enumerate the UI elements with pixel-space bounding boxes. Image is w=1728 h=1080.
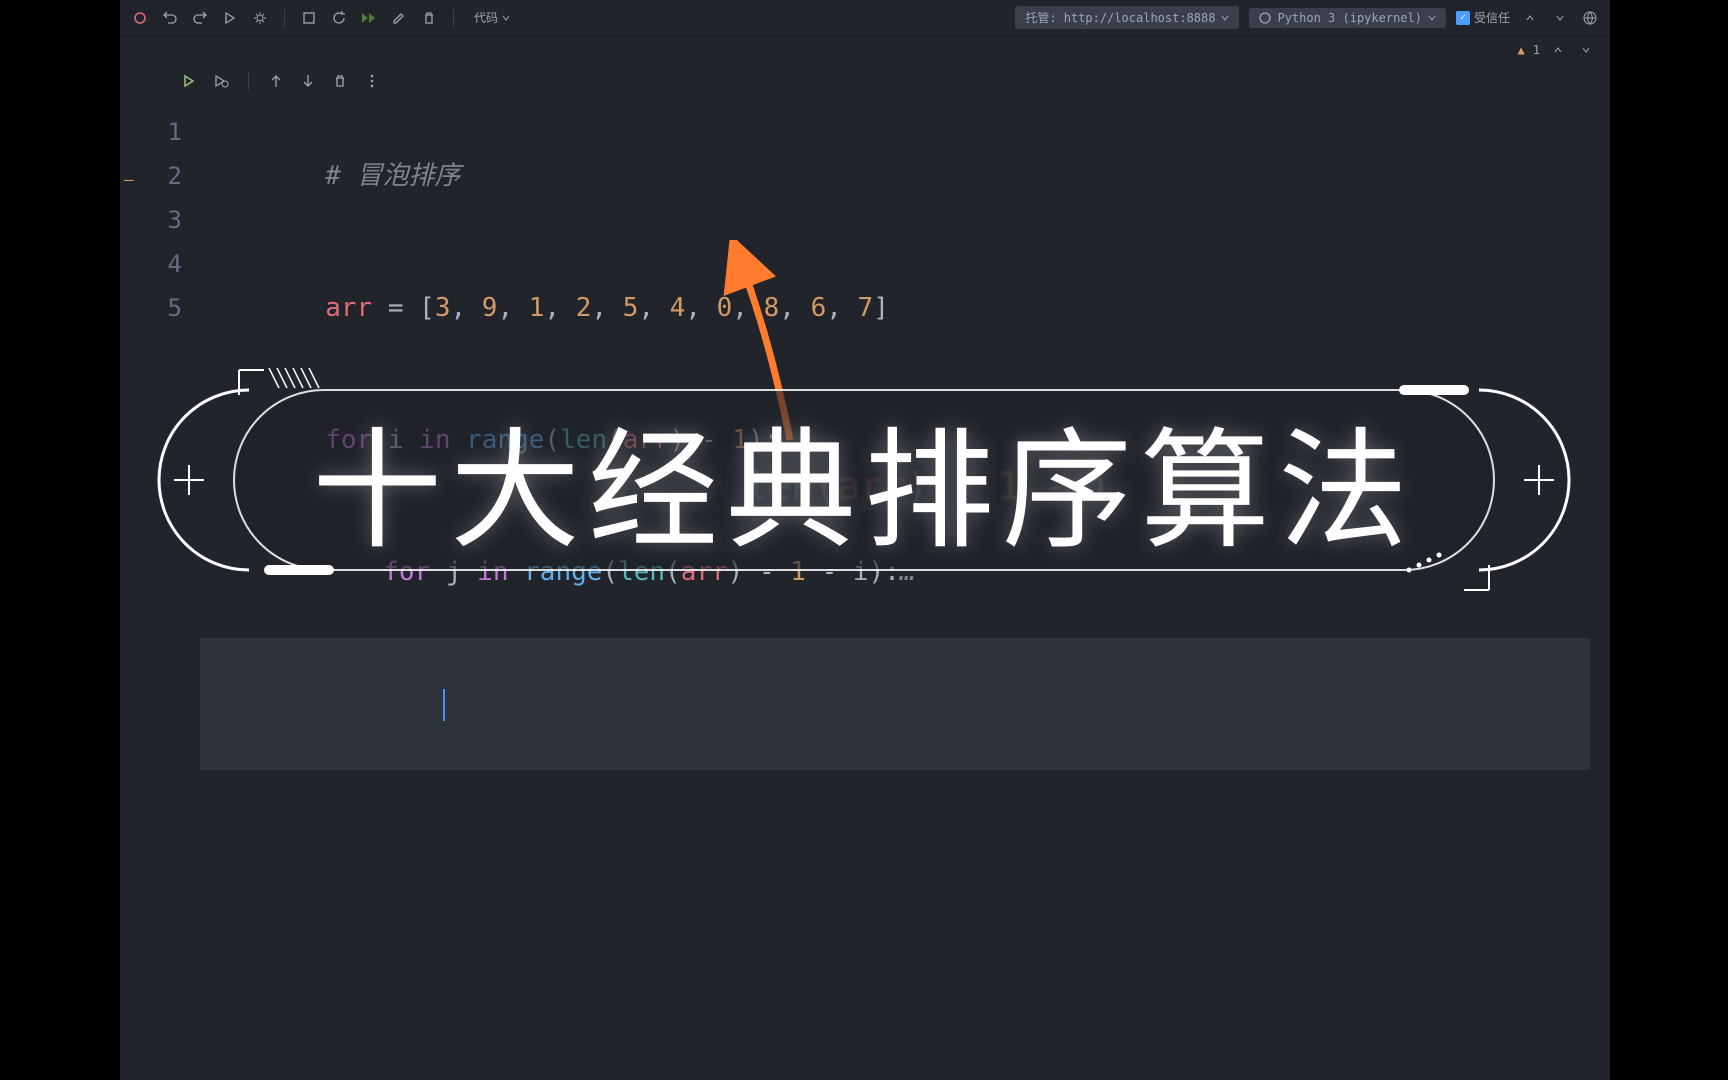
debug-icon[interactable] bbox=[220, 8, 240, 28]
trash-icon[interactable] bbox=[419, 8, 439, 28]
checkbox-checked-icon: ✓ bbox=[1456, 11, 1470, 25]
move-down-icon[interactable] bbox=[299, 72, 317, 90]
chevron-down-icon bbox=[502, 14, 510, 22]
line-number: 2 bbox=[160, 154, 200, 198]
trust-toggle[interactable]: ✓ 受信任 bbox=[1456, 9, 1510, 26]
warning-bar: ▲ 1 bbox=[120, 36, 1610, 64]
chevron-up-icon[interactable] bbox=[1548, 40, 1568, 60]
circle-icon bbox=[1259, 12, 1271, 24]
text-cursor bbox=[443, 689, 445, 721]
title-overlay: 十大经典排序算法 bbox=[119, 350, 1609, 610]
chevron-up-icon[interactable] bbox=[1520, 8, 1540, 28]
code-line-5 bbox=[200, 638, 1590, 770]
restart-icon[interactable] bbox=[329, 8, 349, 28]
chevron-down-icon[interactable] bbox=[1550, 8, 1570, 28]
run-cell-icon[interactable] bbox=[180, 72, 198, 90]
record-icon[interactable] bbox=[130, 8, 150, 28]
title-text: 十大经典排序算法 bbox=[312, 386, 1416, 574]
run-all-icon[interactable] bbox=[359, 8, 379, 28]
kernel-host-label: 托管: http://localhost:8888 bbox=[1025, 9, 1215, 26]
code-line-1: # 冒泡排序 bbox=[200, 110, 1590, 242]
kernel-name-badge[interactable]: Python 3 (ipykernel) bbox=[1249, 8, 1446, 28]
cell-type-dropdown[interactable]: 代码 bbox=[468, 7, 516, 28]
chevron-down-icon[interactable] bbox=[1576, 40, 1596, 60]
kernel-name-label: Python 3 (ipykernel) bbox=[1277, 11, 1422, 25]
move-up-icon[interactable] bbox=[267, 72, 285, 90]
kernel-host-badge[interactable]: 托管: http://localhost:8888 bbox=[1015, 6, 1239, 29]
warning-icon: ▲ bbox=[1518, 43, 1525, 57]
more-icon[interactable] bbox=[363, 72, 381, 90]
stop-icon[interactable] bbox=[299, 8, 319, 28]
debug-cell-icon[interactable] bbox=[212, 72, 230, 90]
trust-label: 受信任 bbox=[1474, 9, 1510, 26]
line-number: 1 bbox=[160, 110, 200, 154]
warning-count: 1 bbox=[1533, 43, 1540, 57]
line-number: 5 bbox=[160, 286, 200, 330]
clear-icon[interactable] bbox=[389, 8, 409, 28]
delete-cell-icon[interactable] bbox=[331, 72, 349, 90]
line-number: 3 bbox=[160, 198, 200, 242]
cell-toolbar bbox=[120, 64, 1610, 98]
main-toolbar: 代码 托管: http://localhost:8888 Python 3 (i… bbox=[120, 0, 1610, 36]
line-number: 4 bbox=[160, 242, 200, 286]
cell-collapse-icon[interactable]: — bbox=[124, 170, 148, 189]
globe-icon[interactable] bbox=[1580, 8, 1600, 28]
cell-type-label: 代码 bbox=[474, 9, 498, 26]
sun-icon[interactable] bbox=[250, 8, 270, 28]
chevron-down-icon bbox=[1428, 14, 1436, 22]
chevron-down-icon bbox=[1221, 14, 1229, 22]
undo-icon[interactable] bbox=[160, 8, 180, 28]
redo-icon[interactable] bbox=[190, 8, 210, 28]
